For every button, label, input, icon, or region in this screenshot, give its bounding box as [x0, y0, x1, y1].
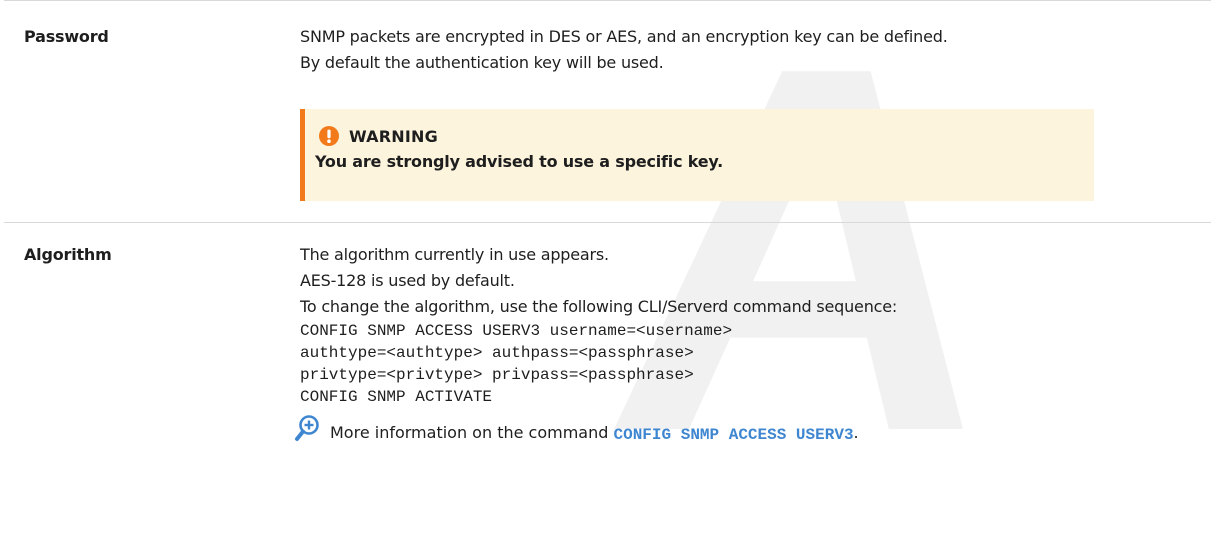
- more-info-text: More information on the command: [330, 423, 609, 442]
- table-row-algorithm: Algorithm The algorithm currently in use…: [4, 222, 1211, 444]
- zoom-in-icon: [295, 415, 319, 441]
- description-line: To change the algorithm, use the followi…: [300, 297, 898, 316]
- exclamation-circle-icon: [319, 126, 339, 146]
- command-line: CONFIG SNMP ACTIVATE: [300, 388, 493, 406]
- command-link[interactable]: CONFIG SNMP ACCESS USERV3: [614, 426, 854, 444]
- term-password: Password: [24, 27, 109, 46]
- description-line: SNMP packets are encrypted in DES or AES…: [300, 27, 948, 46]
- more-info-suffix: .: [853, 423, 859, 442]
- warning-title: WARNING: [349, 126, 438, 146]
- definition-cell: SNMP packets are encrypted in DES or AES…: [300, 0, 1211, 223]
- warning-text: You are strongly advised to use a specif…: [315, 152, 724, 171]
- command-line: authtype=<authtype> authpass=<passphrase…: [300, 344, 694, 362]
- command-line: privtype=<privtype> privpass=<passphrase…: [300, 366, 694, 384]
- command-line: CONFIG SNMP ACCESS USERV3 username=<user…: [300, 322, 733, 340]
- description-line: The algorithm currently in use appears.: [300, 245, 609, 264]
- definition-cell: The algorithm currently in use appears. …: [295, 222, 1211, 444]
- warning-header: WARNING: [315, 123, 1094, 149]
- description-line: AES-128 is used by default.: [300, 271, 515, 290]
- term-algorithm: Algorithm: [24, 245, 112, 264]
- term-cell: Password: [4, 0, 300, 223]
- table-row-password: Password SNMP packets are encrypted in D…: [4, 0, 1211, 223]
- warning-box: WARNING You are strongly advised to use …: [300, 109, 1094, 201]
- more-info: More information on the command CONFIG S…: [295, 410, 1211, 444]
- term-cell: Algorithm: [4, 222, 300, 444]
- parameters-table: Password SNMP packets are encrypted in D…: [4, 0, 1211, 444]
- description-line: By default the authentication key will b…: [300, 53, 664, 72]
